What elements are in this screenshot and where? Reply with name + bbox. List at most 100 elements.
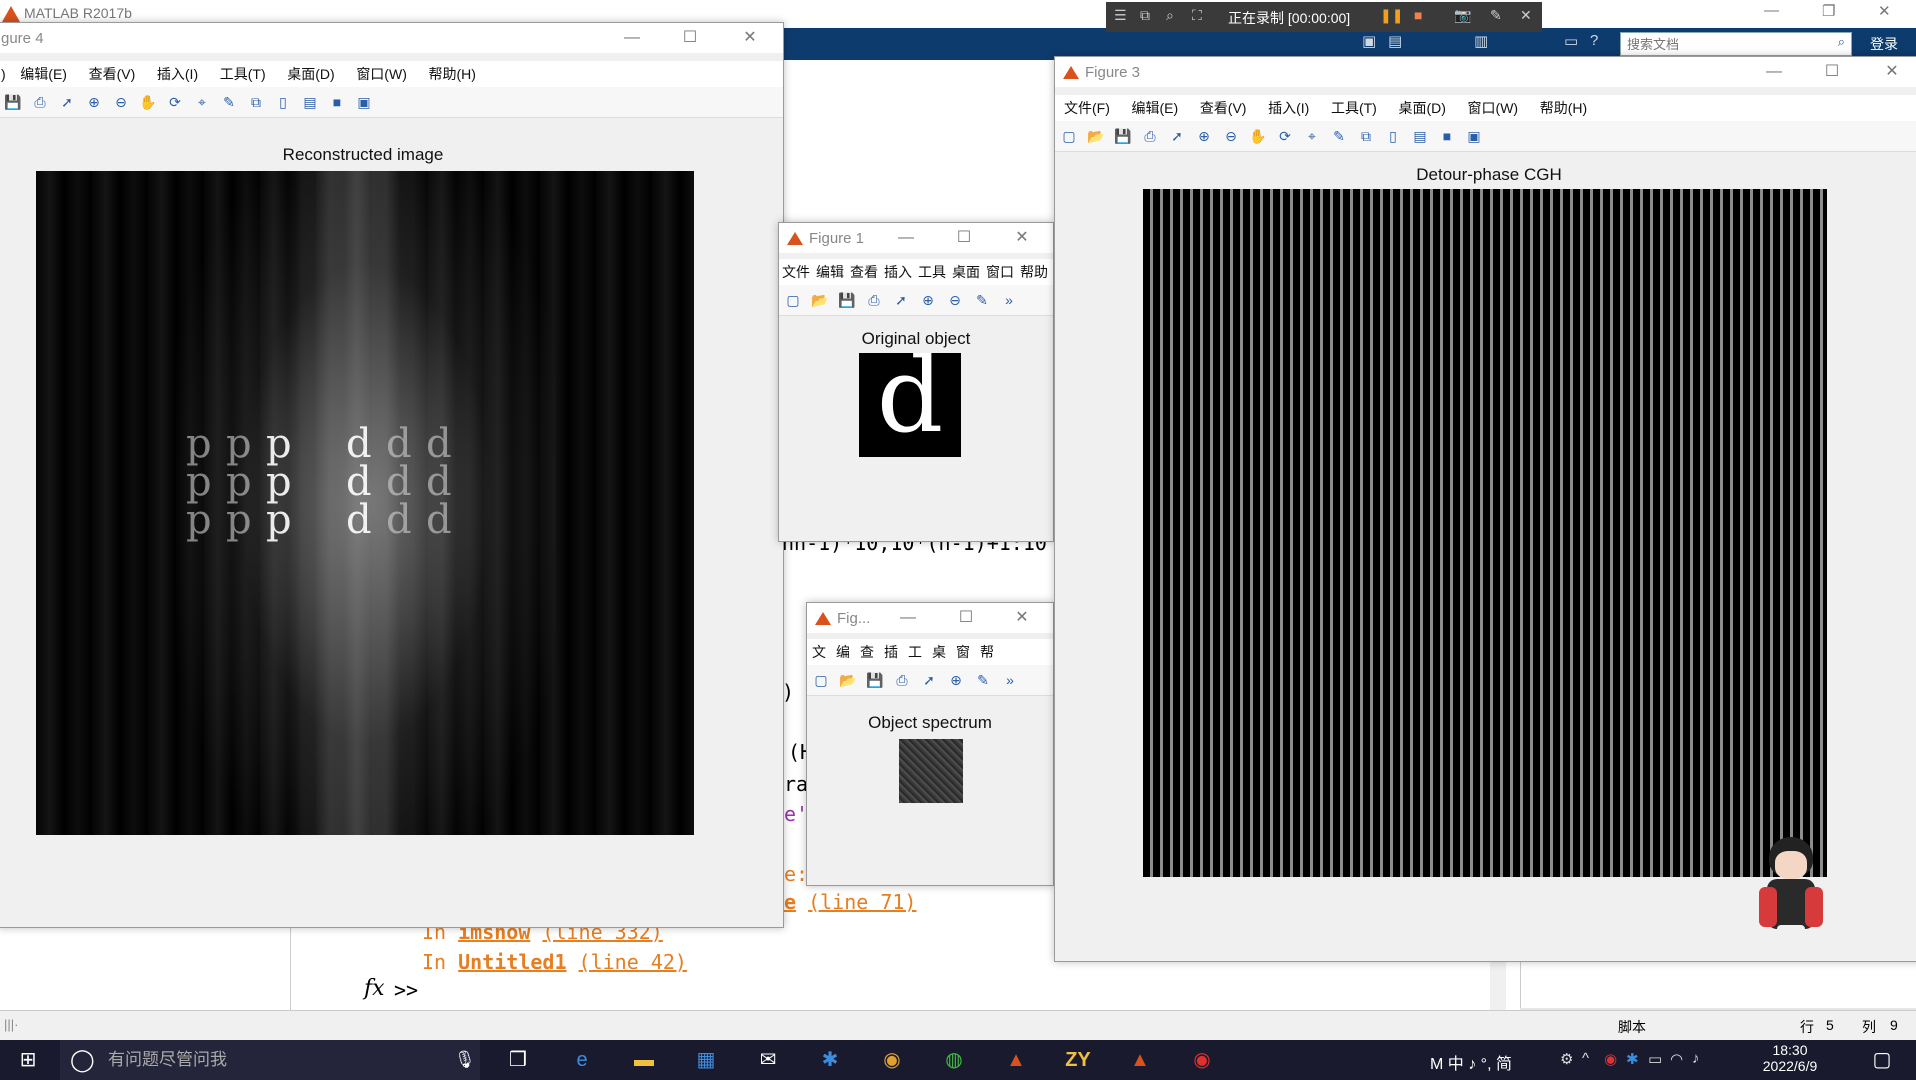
pen-icon[interactable]: ✎ — [1490, 7, 1502, 24]
menu-edit[interactable]: 编辑(E) — [1123, 95, 1188, 118]
menu-help[interactable]: 帮助(H) — [1531, 95, 1596, 118]
maximize-icon[interactable]: ☐ — [949, 227, 979, 249]
settings-icon[interactable]: ⚙ — [1560, 1050, 1573, 1068]
new-icon[interactable]: ▢ — [1058, 125, 1080, 147]
taskbar-clock[interactable]: 18:30 2022/6/9 — [1750, 1042, 1830, 1074]
zoom-in-icon[interactable]: ⊕ — [1193, 125, 1215, 147]
save-icon[interactable]: 💾 — [1112, 125, 1134, 147]
print-icon[interactable]: ⎙ — [29, 91, 51, 113]
fullscreen-capture-icon[interactable]: ⛶ — [1192, 7, 1202, 24]
restore-icon[interactable]: ❐ — [1822, 2, 1835, 20]
zoom-out-icon[interactable]: ⊖ — [944, 289, 966, 311]
microphone-icon[interactable]: 🎙 — [454, 1040, 476, 1080]
data-cursor-icon[interactable]: ⌖ — [191, 91, 213, 113]
volume-icon[interactable]: ♪ — [1692, 1050, 1700, 1067]
menu-insert[interactable]: 插入(I) — [148, 61, 207, 84]
rotate-icon[interactable]: ⟳ — [164, 91, 186, 113]
cmd-link-untitled-line[interactable]: (line 42) — [579, 950, 687, 974]
legend-icon[interactable]: ▤ — [299, 91, 321, 113]
print-icon[interactable]: ⎙ — [863, 289, 885, 311]
hide-tools-icon[interactable]: ■ — [326, 91, 348, 113]
task-view-icon[interactable]: ❒ — [496, 1040, 540, 1080]
maximize-icon[interactable]: ☐ — [951, 607, 981, 629]
record-icon[interactable]: ◉ — [1604, 1050, 1617, 1068]
menu-insert[interactable]: 插入 — [881, 259, 915, 282]
pan-icon[interactable]: ✋ — [137, 91, 159, 113]
menu-tools[interactable]: 工 — [903, 639, 927, 662]
camera-icon[interactable]: 📷 — [1454, 7, 1471, 24]
matlab-icon[interactable]: ▲ — [1118, 1040, 1162, 1080]
wechat-icon[interactable]: ◍ — [932, 1040, 976, 1080]
menu-window[interactable]: 窗口(W) — [1459, 95, 1528, 118]
menu-insert[interactable]: 插入(I) — [1259, 95, 1318, 118]
menu-file[interactable]: 文件(F) — [1055, 95, 1119, 118]
dock-icon[interactable]: ▣ — [1463, 125, 1485, 147]
pointer-icon[interactable]: ➚ — [1166, 125, 1188, 147]
region-capture-icon[interactable]: ⌕ — [1166, 7, 1174, 24]
menu-help[interactable]: 帮 — [975, 639, 999, 662]
menu-tools[interactable]: 工具 — [915, 259, 949, 282]
pointer-icon[interactable]: ➚ — [56, 91, 78, 113]
minimize-icon[interactable]: — — [617, 27, 647, 49]
menu-edit[interactable]: 编辑 — [813, 259, 847, 282]
app-icon[interactable]: ✱ — [808, 1040, 852, 1080]
login-button[interactable]: 登录 — [1870, 34, 1898, 54]
search-input[interactable] — [1621, 33, 1829, 55]
matlab-icon[interactable]: ▲ — [994, 1040, 1038, 1080]
link-icon[interactable]: ⧉ — [1355, 125, 1377, 147]
minimize-icon[interactable]: — — [893, 607, 923, 629]
notification-icon[interactable]: ▢ — [1860, 1040, 1904, 1080]
menu-view[interactable]: 查看 — [847, 259, 881, 282]
print-icon[interactable]: ⎙ — [1139, 125, 1161, 147]
bluetooth-icon[interactable]: ✱ — [1626, 1050, 1639, 1068]
zy-app-icon[interactable]: ZY — [1056, 1040, 1100, 1080]
menu-desktop[interactable]: 桌 — [927, 639, 951, 662]
command-prompt[interactable]: >> — [394, 978, 418, 1002]
chevron-up-icon[interactable]: ^ — [1582, 1050, 1589, 1067]
ribbon-icon[interactable]: ▥ — [1474, 32, 1488, 50]
taskbar-search[interactable]: ◯ 有问题尽管问我 🎙 — [60, 1040, 480, 1080]
edge-icon[interactable]: e — [560, 1040, 604, 1080]
more-icon[interactable]: » — [999, 669, 1021, 691]
maximize-icon[interactable]: ☐ — [675, 27, 705, 49]
close-icon[interactable]: ✕ — [1007, 607, 1037, 629]
menu-view[interactable]: 查看(V) — [1191, 95, 1256, 118]
zoom-in-icon[interactable]: ⊕ — [917, 289, 939, 311]
help-icon[interactable]: ? — [1590, 32, 1598, 49]
menu-file[interactable]: 文 — [807, 639, 831, 662]
window-capture-icon[interactable]: ⧉ — [1140, 7, 1150, 24]
pointer-icon[interactable]: ➚ — [890, 289, 912, 311]
pan-icon[interactable]: ✋ — [1247, 125, 1269, 147]
menu-view[interactable]: 查看(V) — [80, 61, 145, 84]
more-icon[interactable]: » — [998, 289, 1020, 311]
menu-edit[interactable]: 编 — [831, 639, 855, 662]
brush-icon[interactable]: ✎ — [972, 669, 994, 691]
menu-window[interactable]: 窗口(W) — [347, 61, 416, 84]
colorbar-icon[interactable]: ▯ — [1382, 125, 1404, 147]
new-icon[interactable]: ▢ — [810, 669, 832, 691]
ime-indicators[interactable]: M 中 ♪ °, 简 — [1430, 1050, 1512, 1074]
cmd-link[interactable]: e — [784, 890, 796, 914]
minimize-icon[interactable]: — — [1764, 2, 1779, 19]
legend-icon[interactable]: ▤ — [1409, 125, 1431, 147]
save-icon[interactable]: 💾 — [836, 289, 858, 311]
menu-insert[interactable]: 插 — [879, 639, 903, 662]
search-icon[interactable]: ⌕ — [1838, 34, 1845, 50]
store-icon[interactable]: ▦ — [684, 1040, 728, 1080]
menu-desktop[interactable]: 桌面 — [949, 259, 983, 282]
ribbon-icon[interactable]: ▣ — [1362, 32, 1376, 50]
new-icon[interactable]: ▢ — [782, 289, 804, 311]
menu-view[interactable]: 查 — [855, 639, 879, 662]
maximize-icon[interactable]: ☐ — [1817, 61, 1847, 83]
menu-desktop[interactable]: 桌面(D) — [278, 61, 343, 84]
close-icon[interactable]: ✕ — [1877, 61, 1907, 83]
link-icon[interactable]: ⧉ — [245, 91, 267, 113]
brush-icon[interactable]: ✎ — [971, 289, 993, 311]
brush-icon[interactable]: ✎ — [218, 91, 240, 113]
save-icon[interactable]: 💾 — [2, 91, 24, 113]
mail-icon[interactable]: ✉ — [746, 1040, 790, 1080]
zoom-out-icon[interactable]: ⊖ — [110, 91, 132, 113]
print-icon[interactable]: ⎙ — [891, 669, 913, 691]
pointer-icon[interactable]: ➚ — [918, 669, 940, 691]
menu-tools[interactable]: 工具(T) — [211, 61, 275, 84]
